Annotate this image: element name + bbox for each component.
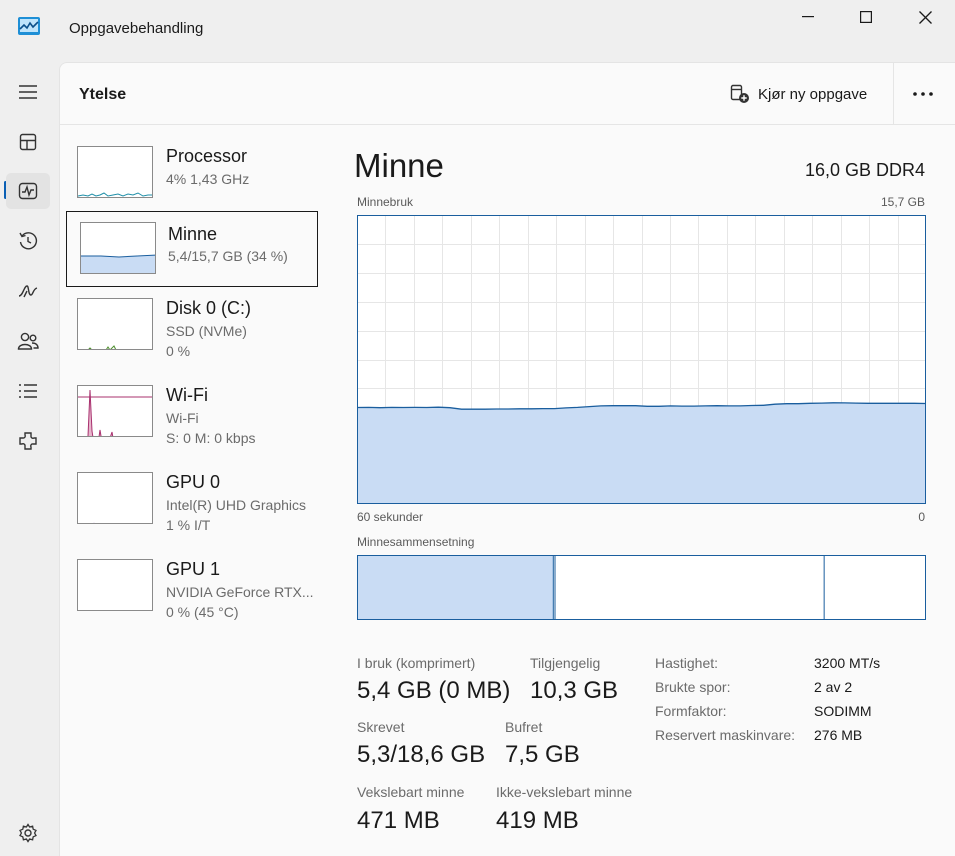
device-name: Processor: [166, 146, 248, 166]
hardware-reserved-label: Reservert maskinvare:: [655, 727, 796, 743]
wifi-thumbnail: [77, 385, 153, 437]
close-icon: [918, 10, 932, 24]
device-item-gpu0[interactable]: GPU 0 Intel(R) UHD Graphics 1 % I/T: [66, 461, 318, 537]
nav-menu-button[interactable]: [6, 74, 50, 110]
committed-value: 5,3/18,6 GB: [357, 741, 486, 768]
device-item-memory[interactable]: Minne 5,4/15,7 GB (34 %): [66, 211, 318, 287]
device-item-gpu1[interactable]: GPU 1 NVIDIA GeForce RTX... 0 % (45 °C): [66, 548, 318, 624]
window-title: Oppgavebehandling: [69, 20, 204, 37]
maximize-button[interactable]: [837, 0, 895, 34]
composition-in-use-segment: [357, 555, 554, 620]
device-item-wifi[interactable]: Wi-Fi Wi-Fi S: 0 M: 0 kbps: [66, 374, 318, 450]
nav-services[interactable]: [6, 423, 50, 459]
hamburger-icon: [19, 85, 37, 99]
speed-value: 3200 MT/s: [814, 655, 881, 671]
cached-value: 7,5 GB: [505, 741, 580, 768]
run-task-icon: [730, 84, 749, 103]
in-use-label: I bruk (komprimert): [357, 655, 476, 671]
minimize-button[interactable]: [779, 0, 837, 34]
nav-startup-apps[interactable]: [6, 273, 50, 309]
close-button[interactable]: [896, 0, 954, 34]
form-factor-value: SODIMM: [814, 703, 872, 719]
device-detail: Wi-Fi: [166, 410, 199, 426]
startup-apps-icon: [18, 285, 38, 298]
nav-settings[interactable]: [6, 815, 50, 851]
in-use-value: 5,4 GB (0 MB): [357, 677, 511, 704]
task-manager-app-icon: [18, 17, 40, 35]
graph-time-right: 0: [918, 510, 925, 524]
paged-pool-label: Vekslebart minne: [357, 784, 465, 800]
memory-thumbnail: [80, 222, 156, 274]
gpu1-thumbnail: [77, 559, 153, 611]
device-detail: NVIDIA GeForce RTX...: [166, 584, 314, 600]
available-label: Tilgjengelig: [530, 655, 601, 671]
minimize-icon: [802, 16, 814, 18]
run-new-task-button[interactable]: Kjør ny oppgave: [730, 81, 867, 107]
page-title: Ytelse: [79, 86, 127, 103]
usage-graph-label: Minnebruk: [357, 195, 414, 209]
slots-used-label: Brukte spor:: [655, 679, 731, 695]
performance-icon: [18, 182, 38, 200]
processes-icon: [19, 133, 37, 151]
app-history-icon: [19, 232, 38, 250]
nav-processes[interactable]: [6, 124, 50, 160]
device-detail-secondary: 0 %: [166, 343, 191, 359]
graph-time-left: 60 sekunder: [357, 510, 424, 524]
header-divider: [893, 63, 894, 125]
processor-thumbnail: [77, 146, 153, 198]
speed-label: Hastighet:: [655, 655, 719, 671]
nav-performance[interactable]: [6, 173, 50, 209]
usage-graph-max: 15,7 GB: [880, 195, 925, 209]
composition-label: Minnesammensetning: [357, 535, 475, 549]
device-detail: Intel(R) UHD Graphics: [166, 497, 307, 513]
memory-composition-bar: [357, 555, 926, 620]
memory-title: Minne: [354, 147, 444, 184]
nav-users[interactable]: [6, 323, 50, 359]
content-area: Ytelse Kjør ny oppgave Processor 4% 1,43…: [59, 62, 955, 856]
nav-app-history[interactable]: [6, 223, 50, 259]
device-item-disk[interactable]: Disk 0 (C:) SSD (NVMe) 0 %: [66, 287, 318, 363]
device-name: Disk 0 (C:): [166, 298, 251, 318]
available-value: 10,3 GB: [530, 677, 619, 704]
memory-usage-area: [357, 402, 926, 504]
device-item-processor[interactable]: Processor 4% 1,43 GHz: [66, 135, 318, 211]
settings-icon: [19, 823, 37, 843]
device-name: Minne: [168, 224, 218, 244]
nonpaged-pool-value: 419 MB: [496, 807, 579, 834]
gpu0-thumbnail: [77, 472, 153, 524]
details-icon: [19, 384, 37, 398]
hardware-reserved-value: 276 MB: [814, 727, 863, 743]
memory-usage-graph: [357, 215, 926, 504]
device-name: Wi-Fi: [166, 385, 208, 405]
title-bar: Oppgavebehandling: [0, 0, 955, 58]
paged-pool-value: 471 MB: [357, 807, 440, 834]
device-name: GPU 1: [166, 559, 221, 579]
device-detail-secondary: S: 0 M: 0 kbps: [166, 430, 256, 446]
slots-used-value: 2 av 2: [814, 679, 853, 695]
page-header: Ytelse Kjør ny oppgave: [60, 63, 955, 125]
more-icon: [913, 92, 933, 96]
device-name: GPU 0: [166, 472, 221, 492]
cached-label: Bufret: [505, 719, 543, 735]
disk-thumbnail: [77, 298, 153, 350]
maximize-icon: [860, 11, 872, 23]
device-detail: 5,4/15,7 GB (34 %): [168, 248, 288, 264]
form-factor-label: Formfaktor:: [655, 703, 727, 719]
memory-spec: 16,0 GB DDR4: [804, 160, 925, 180]
users-icon: [17, 332, 39, 350]
more-options-button[interactable]: [903, 80, 943, 108]
committed-label: Skrevet: [357, 719, 405, 735]
services-icon: [19, 432, 37, 450]
device-detail: 4% 1,43 GHz: [166, 171, 250, 187]
device-detail-secondary: 1 % I/T: [166, 517, 211, 533]
nav-details[interactable]: [6, 373, 50, 409]
nonpaged-pool-label: Ikke-vekslebart minne: [496, 784, 633, 800]
device-detail-secondary: 0 % (45 °C): [166, 604, 239, 620]
run-task-label: Kjør ny oppgave: [758, 85, 868, 103]
device-detail: SSD (NVMe): [166, 323, 247, 339]
